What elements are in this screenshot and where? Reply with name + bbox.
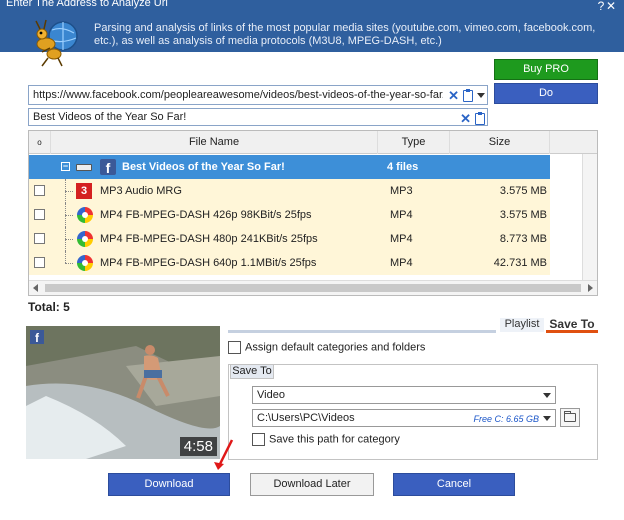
app-description: Parsing and analysis of links of the mos… <box>94 22 596 47</box>
assign-default-label: Assign default categories and folders <box>245 341 426 354</box>
horizontal-scrollbar[interactable] <box>29 280 597 295</box>
save-to-legend: Save To <box>230 364 274 379</box>
row-size: 42.731 MB <box>493 257 547 269</box>
row-type: MP3 <box>390 185 413 197</box>
do-button[interactable]: Do <box>494 83 598 104</box>
tree-connector <box>65 263 73 264</box>
tab-playlist[interactable]: Playlist <box>500 318 544 332</box>
download-later-button[interactable]: Download Later <box>250 473 374 496</box>
mp3-icon: 3 <box>76 183 92 199</box>
group-count: 4 files <box>387 161 419 173</box>
folder-icon <box>564 411 576 422</box>
tree-connector <box>65 215 73 216</box>
close-icon[interactable]: ✕ <box>604 0 618 13</box>
row-size: 3.575 MB <box>499 209 547 221</box>
tab-save-to[interactable]: Save To <box>546 317 598 333</box>
red-arrow-annotation <box>214 439 234 470</box>
grid-header: o File Name Type Size <box>29 131 597 154</box>
facebook-icon: f <box>100 159 116 176</box>
clear-url-icon[interactable]: ✕ <box>448 89 459 102</box>
chevron-down-icon[interactable] <box>543 393 551 398</box>
download-button[interactable]: Download <box>108 473 230 496</box>
scroll-right-icon[interactable] <box>588 284 593 292</box>
row-checkbox[interactable] <box>34 209 45 220</box>
buy-pro-button[interactable]: Buy PRO <box>494 59 598 80</box>
row-size: 3.575 MB <box>499 185 547 197</box>
row-file-name: MP4 FB-MPEG-DASH 480p 241KBit/s 25fps <box>100 233 318 245</box>
drive-icon <box>76 164 92 171</box>
ant-logo-icon <box>35 19 78 67</box>
row-type: MP4 <box>390 257 413 269</box>
row-checkbox[interactable] <box>34 233 45 244</box>
clear-title-icon[interactable]: ✕ <box>460 112 471 125</box>
table-row[interactable]: 3 MP3 Audio MRG MP3 3.575 MB <box>29 179 550 203</box>
mpeg-dash-icon <box>77 255 93 271</box>
chevron-down-icon[interactable] <box>543 416 551 421</box>
column-select[interactable]: o <box>29 131 51 154</box>
column-file-name[interactable]: File Name <box>51 131 378 154</box>
title-input[interactable]: Best Videos of the Year So Far! ✕ <box>28 108 488 126</box>
free-space-label: Free C: 6.65 GB <box>473 414 539 424</box>
save-path-checkbox[interactable] <box>252 433 265 446</box>
table-row[interactable]: MP4 FB-MPEG-DASH 640p 1.1MBit/s 25fps MP… <box>29 251 550 275</box>
tab-bar <box>228 330 496 333</box>
paste-clipboard-icon[interactable] <box>463 88 473 102</box>
title-bar: Enter The Address to Analyze Url ? ✕ Par… <box>0 0 624 52</box>
url-input[interactable]: https://www.facebook.com/peopleareawesom… <box>28 85 488 105</box>
cancel-button[interactable]: Cancel <box>393 473 515 496</box>
tree-connector <box>65 191 73 192</box>
row-checkbox[interactable] <box>34 185 45 196</box>
assign-default-checkbox[interactable] <box>228 341 241 354</box>
browse-folder-button[interactable] <box>560 408 580 427</box>
column-type[interactable]: Type <box>378 131 450 154</box>
save-path-select[interactable]: C:\Users\PC\Videos Free C: 6.65 GB <box>252 409 556 427</box>
total-count: Total: 5 <box>28 300 70 314</box>
save-path-option[interactable]: Save this path for category <box>252 433 400 446</box>
mpeg-dash-icon <box>77 231 93 247</box>
paste-title-icon[interactable] <box>475 111 485 125</box>
table-row[interactable]: MP4 FB-MPEG-DASH 426p 98KBit/s 25fps MP4… <box>29 203 550 227</box>
column-size[interactable]: Size <box>450 131 550 154</box>
group-name: Best Videos of the Year So Far! <box>122 161 285 173</box>
tree-connector <box>65 251 66 263</box>
table-row[interactable]: MP4 FB-MPEG-DASH 480p 241KBit/s 25fps MP… <box>29 227 550 251</box>
save-path-label: Save this path for category <box>269 433 400 446</box>
file-list-grid: o File Name Type Size − f Best Videos of… <box>28 130 598 296</box>
row-file-name: MP4 FB-MPEG-DASH 640p 1.1MBit/s 25fps <box>100 257 317 269</box>
url-input-value: https://www.facebook.com/peopleareawesom… <box>33 89 443 101</box>
group-row[interactable]: − f Best Videos of the Year So Far! 4 fi… <box>29 155 550 179</box>
facebook-icon: f <box>30 330 44 345</box>
vertical-scrollbar[interactable] <box>582 154 597 280</box>
title-input-value: Best Videos of the Year So Far! <box>33 111 187 123</box>
scroll-left-icon[interactable] <box>33 284 38 292</box>
collapse-icon[interactable]: − <box>61 162 70 171</box>
window-title: Enter The Address to Analyze Url <box>6 0 168 9</box>
save-path-value: C:\Users\PC\Videos <box>257 412 355 424</box>
mpeg-dash-icon <box>77 207 93 223</box>
row-type: MP4 <box>390 209 413 221</box>
scrollbar-thumb[interactable] <box>45 284 581 292</box>
category-select[interactable]: Video <box>252 386 556 404</box>
url-history-dropdown-icon[interactable] <box>477 93 485 98</box>
row-size: 8.773 MB <box>499 233 547 245</box>
row-file-name: MP4 FB-MPEG-DASH 426p 98KBit/s 25fps <box>100 209 312 221</box>
row-file-name: MP3 Audio MRG <box>100 185 182 197</box>
category-select-value: Video <box>257 389 285 401</box>
assign-default-option[interactable]: Assign default categories and folders <box>228 341 425 354</box>
row-type: MP4 <box>390 233 413 245</box>
row-checkbox[interactable] <box>34 257 45 268</box>
tree-connector <box>65 239 73 240</box>
video-thumbnail[interactable]: f 4:58 <box>26 326 220 459</box>
